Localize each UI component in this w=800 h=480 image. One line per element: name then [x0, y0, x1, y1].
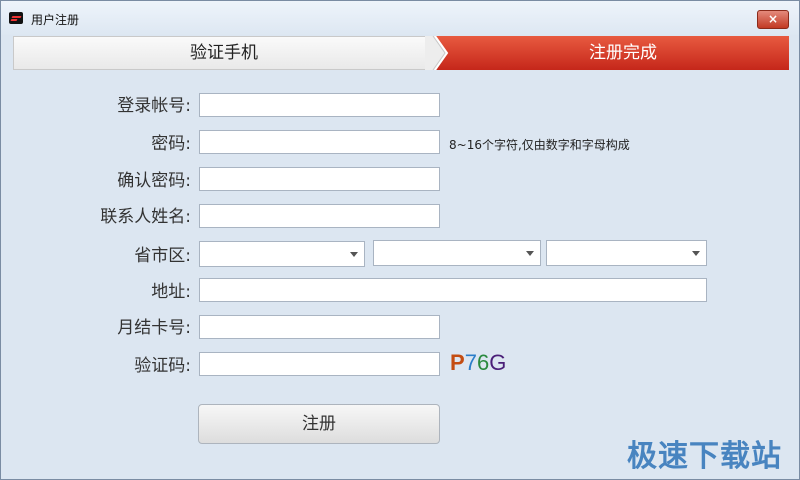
- password-input[interactable]: [199, 130, 440, 154]
- card-number-input[interactable]: [199, 315, 440, 339]
- chevron-down-icon: [350, 252, 358, 257]
- confirm-password-label: 确认密码:: [117, 171, 191, 191]
- captcha-image[interactable]: P76G: [450, 350, 506, 376]
- contact-name-label: 联系人姓名:: [100, 207, 191, 227]
- contact-name-input[interactable]: [199, 204, 440, 228]
- step-label: 验证手机: [190, 43, 258, 63]
- confirm-password-input[interactable]: [199, 167, 440, 191]
- card-number-label: 月结卡号:: [117, 318, 191, 338]
- step-indicator: 验证手机 注册完成: [13, 36, 789, 70]
- region-label: 省市区:: [134, 246, 191, 266]
- address-input[interactable]: [199, 278, 707, 302]
- password-hint: 8~16个字符,仅由数字和字母构成: [449, 138, 630, 152]
- captcha-char: G: [489, 350, 507, 375]
- step-label: 注册完成: [589, 43, 657, 63]
- address-label: 地址:: [151, 282, 191, 302]
- step-arrow-separator: [425, 36, 449, 70]
- window-title: 用户注册: [31, 13, 80, 27]
- step-registration-complete: 注册完成: [433, 36, 789, 70]
- district-select[interactable]: [546, 240, 707, 266]
- watermark-text: 极速下载站: [627, 439, 782, 474]
- captcha-input[interactable]: [199, 352, 440, 376]
- chevron-down-icon: [692, 251, 700, 256]
- chevron-down-icon: [526, 251, 534, 256]
- password-label: 密码:: [151, 134, 191, 154]
- registration-window: 用户注册 × 验证手机 注册完成 登录帐号: 密码: 确认密码: 联系人姓名: …: [0, 0, 800, 480]
- account-input[interactable]: [199, 93, 440, 117]
- captcha-char: P: [450, 350, 465, 375]
- captcha-label: 验证码:: [134, 356, 191, 376]
- app-logo-icon: [9, 12, 23, 24]
- account-label: 登录帐号:: [117, 96, 191, 116]
- city-select[interactable]: [373, 240, 541, 266]
- captcha-char: 6: [476, 350, 490, 375]
- province-select[interactable]: [199, 241, 365, 267]
- title-bar: 用户注册 ×: [1, 1, 799, 35]
- captcha-char: 7: [464, 350, 477, 375]
- close-button[interactable]: ×: [757, 10, 789, 29]
- register-button[interactable]: 注册: [198, 404, 440, 444]
- step-verify-phone: 验证手机: [13, 36, 435, 70]
